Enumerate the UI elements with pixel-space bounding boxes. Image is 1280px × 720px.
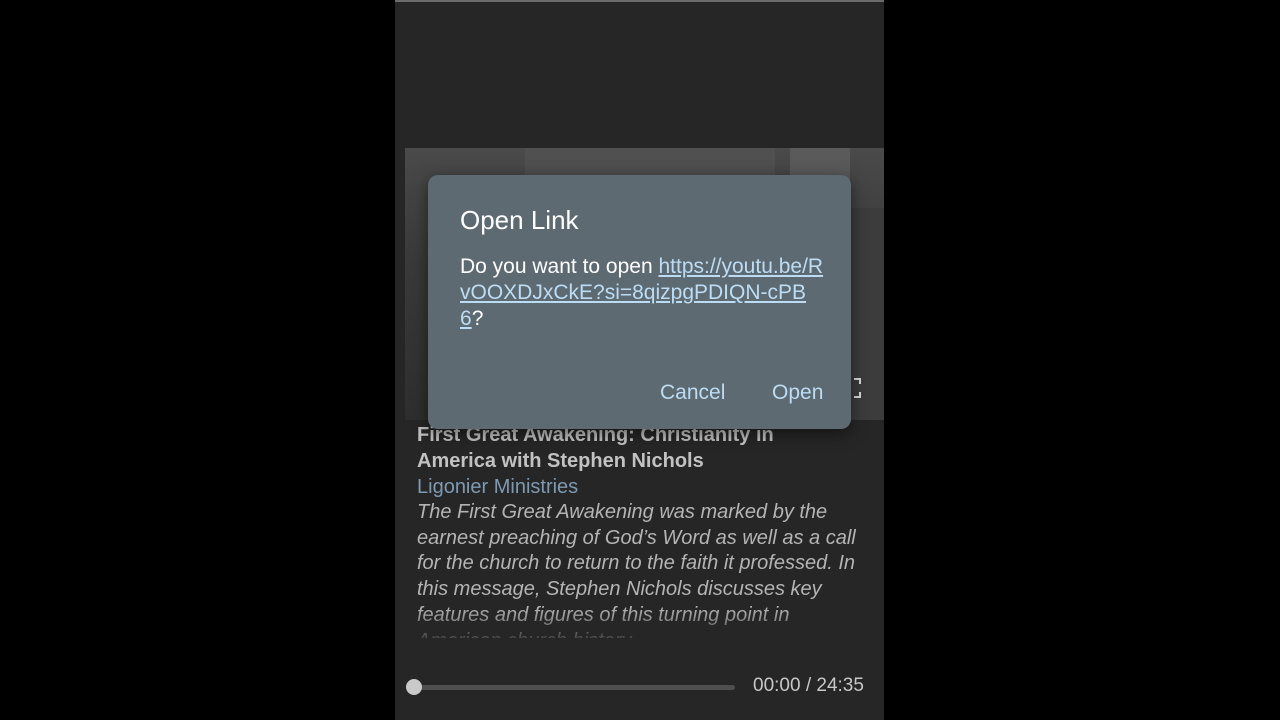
seek-bar[interactable] — [414, 685, 735, 690]
time-display: 00:00 / 24:35 — [753, 675, 864, 696]
dialog-message-prefix: Do you want to open — [460, 255, 659, 278]
cancel-button[interactable]: Cancel — [660, 381, 725, 405]
channel-link[interactable]: Ligonier Ministries — [417, 474, 857, 500]
video-description: The First Great Awakening was marked by … — [417, 501, 856, 638]
player-controls: 00:00 / 24:35 — [395, 672, 884, 702]
open-link-dialog: Open Link Do you want to open https://yo… — [428, 175, 851, 429]
dialog-title: Open Link — [460, 205, 579, 235]
dialog-message-suffix: ? — [471, 307, 484, 330]
open-button[interactable]: Open — [772, 381, 823, 405]
seek-thumb[interactable] — [406, 679, 422, 695]
video-info: First Great Awakening: Christianity in A… — [417, 422, 857, 638]
dialog-message: Do you want to open https://youtu.be/RvO… — [460, 254, 826, 332]
video-title: First Great Awakening: Christianity in A… — [417, 424, 774, 472]
top-divider — [395, 0, 884, 2]
